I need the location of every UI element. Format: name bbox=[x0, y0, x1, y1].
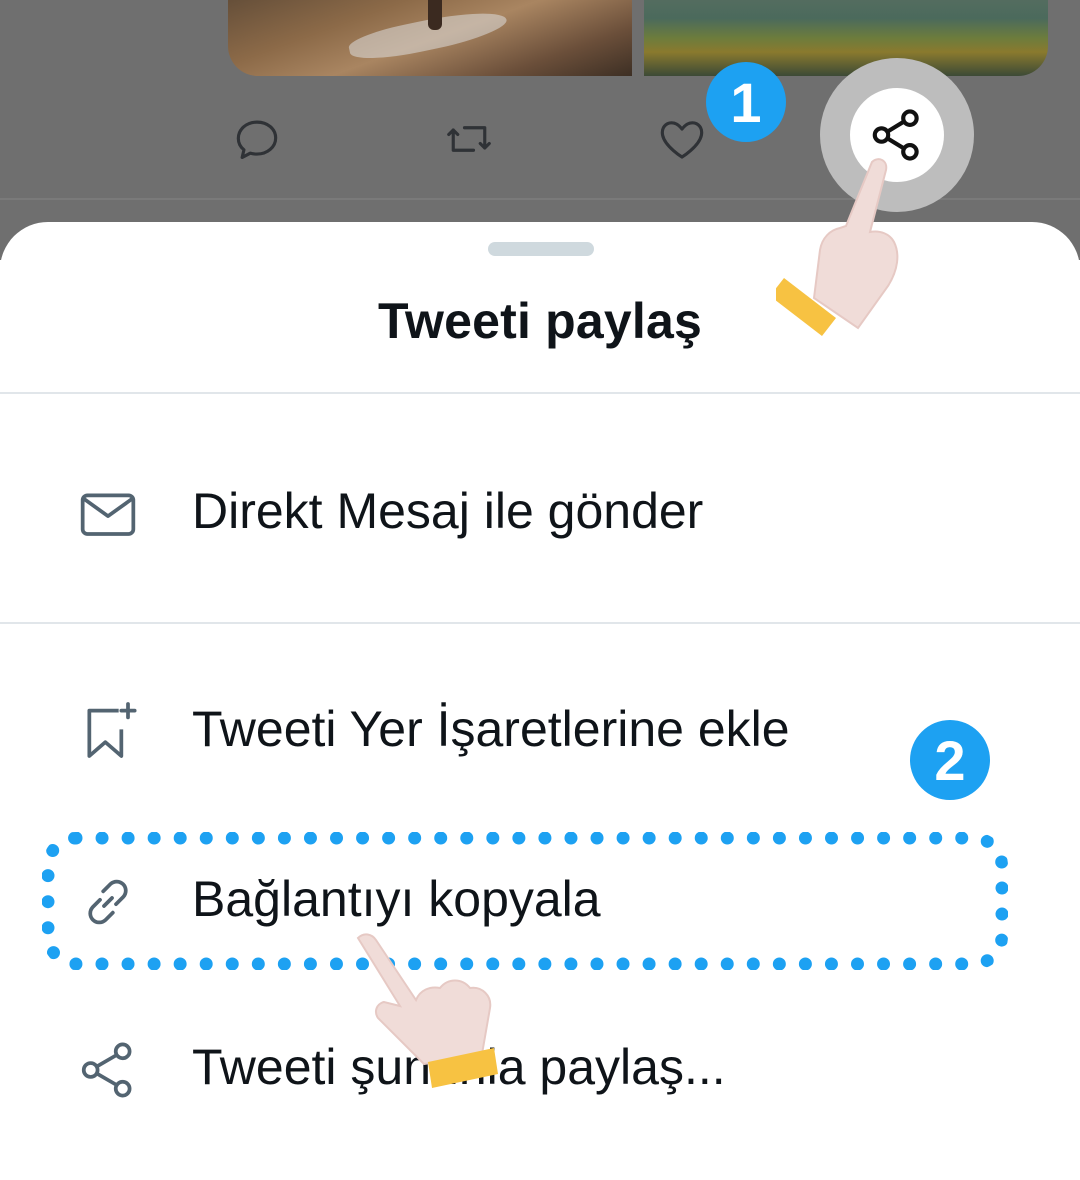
menu-item-direct-message[interactable]: Direkt Mesaj ile gönder bbox=[0, 452, 1080, 582]
menu-item-label: Direkt Mesaj ile gönder bbox=[192, 483, 704, 539]
highlight-outline bbox=[42, 832, 1008, 970]
sheet-title: Tweeti paylaş bbox=[377, 293, 703, 349]
divider bbox=[0, 392, 1080, 394]
pointing-hand-icon bbox=[356, 933, 498, 1088]
reply-icon bbox=[236, 120, 278, 160]
mail-icon bbox=[76, 482, 140, 546]
heart-icon bbox=[660, 121, 704, 159]
reply-button[interactable] bbox=[230, 112, 284, 166]
pointing-hand-icon bbox=[776, 158, 899, 336]
menu-item-label: Tweeti Yer İşaretlerine ekle bbox=[192, 701, 790, 757]
share-icon bbox=[76, 1038, 140, 1102]
step-badge: 2 bbox=[910, 720, 990, 800]
divider bbox=[0, 622, 1080, 624]
retweet-icon bbox=[447, 126, 491, 152]
like-button[interactable] bbox=[655, 112, 709, 166]
menu-item-share-via[interactable]: Tweeti şununla paylaş... bbox=[0, 1008, 1080, 1138]
step-badge: 1 bbox=[706, 62, 786, 142]
tweet-photo-left[interactable] bbox=[228, 0, 632, 76]
bookmark-add-icon bbox=[76, 700, 140, 764]
tweet-photo-right[interactable] bbox=[644, 0, 1048, 76]
sheet-handle[interactable] bbox=[488, 242, 594, 256]
share-sheet: Tweeti paylaş Direkt Mesaj ile gönder Tw… bbox=[0, 222, 1080, 1180]
retweet-button[interactable] bbox=[442, 112, 496, 166]
photo-detail bbox=[428, 0, 442, 30]
